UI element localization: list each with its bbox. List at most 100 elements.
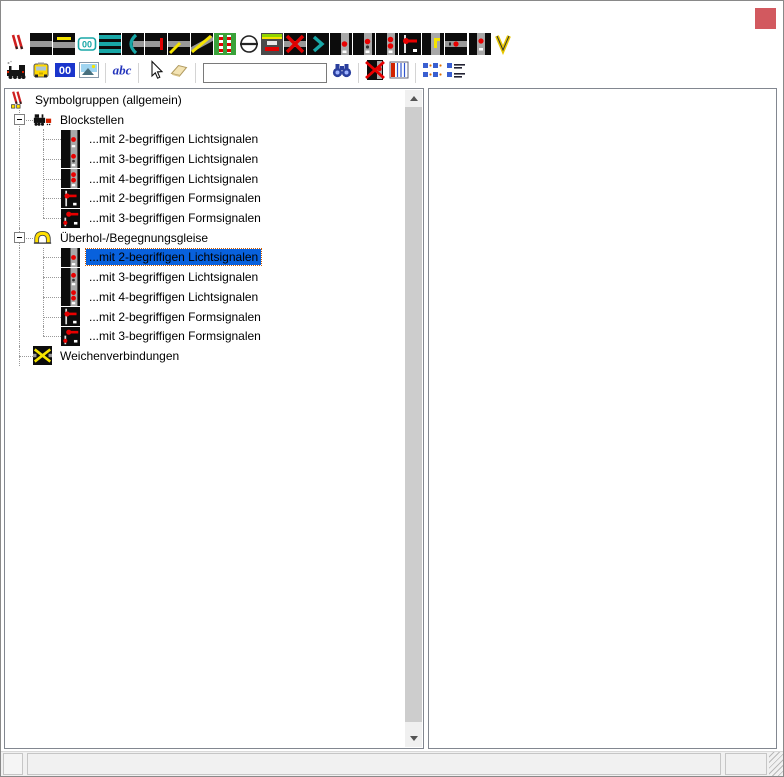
- track-parallel-button[interactable]: [98, 34, 121, 58]
- track-straight-button[interactable]: [29, 34, 52, 58]
- signal-2-aspect-icon: [330, 33, 352, 60]
- track-signal-b-icon: [469, 33, 491, 60]
- switch-single-button[interactable]: [168, 34, 191, 58]
- tree-connector: [19, 287, 20, 307]
- hide-signals-button[interactable]: [363, 61, 387, 85]
- tree-connector: [43, 218, 61, 219]
- tree-item-label: ...mit 4-begriffigen Lichtsignalen: [89, 290, 258, 304]
- close-button[interactable]: [755, 8, 776, 29]
- svg-text:abc: abc: [113, 63, 132, 78]
- track-platform-button[interactable]: [52, 34, 75, 58]
- tree-item-label: ...mit 4-begriffigen Lichtsignalen: [89, 172, 258, 186]
- tree-item-mit-2-begriffigen-lichtsignalen[interactable]: ...mit 2-begriffigen Lichtsignalen: [5, 129, 405, 149]
- track-parallel-icon: [99, 33, 121, 60]
- loco-shed-button[interactable]: [260, 34, 283, 58]
- tree-connector: [43, 297, 61, 298]
- small-icons-view-button[interactable]: [420, 61, 444, 85]
- track-curve-icon: [122, 33, 144, 60]
- loco-shed-icon: [261, 33, 283, 60]
- track-signal-a-button[interactable]: [445, 34, 468, 58]
- tree-item-label: ...mit 2-begriffigen Formsignalen: [89, 310, 261, 324]
- scroll-thumb[interactable]: [405, 107, 422, 722]
- track-end-icon: [145, 33, 167, 60]
- tree-item-label: ...mit 3-begriffigen Lichtsignalen: [89, 152, 258, 166]
- tree-connector: [19, 307, 20, 327]
- symbol-v-button[interactable]: [491, 34, 514, 58]
- tree-item-mit-3-begriffigen-formsignalen[interactable]: ...mit 3-begriffigen Formsignalen: [5, 326, 405, 346]
- tree-connector: [19, 169, 20, 189]
- tree-item-mit-3-begriffigen-lichtsignalen[interactable]: ...mit 3-begriffigen Lichtsignalen: [5, 149, 405, 169]
- collapse-toggle[interactable]: [14, 232, 25, 243]
- bus2-icon: [30, 59, 52, 86]
- turntable-button[interactable]: [237, 34, 260, 58]
- symbol-v-icon: [492, 33, 514, 60]
- symbol-list-panel: [428, 88, 777, 749]
- tree-connector: [43, 159, 61, 160]
- tree-item-label: Überhol-/Begegnungsgleise: [60, 231, 208, 245]
- status-value: [725, 753, 767, 775]
- search-binoculars-button[interactable]: [330, 61, 354, 85]
- signal-3-aspect-button[interactable]: [353, 34, 376, 58]
- tree-item-mit-3-begriffigen-formsignalen[interactable]: ...mit 3-begriffigen Formsignalen: [5, 208, 405, 228]
- symbol-group-tree-panel: Symbolgruppen (allgemein)Blockstellen...…: [4, 88, 424, 749]
- car-button[interactable]: [29, 61, 53, 85]
- direction-arrow-icon: [307, 33, 329, 60]
- tree-connector: [43, 317, 61, 318]
- pencil-symbols-icon: [7, 33, 29, 60]
- track-curve-button[interactable]: [122, 34, 145, 58]
- signal-2-aspect-button[interactable]: [329, 34, 352, 58]
- tree-item-überhol-begegnungsgleise[interactable]: Überhol-/Begegnungsgleise: [5, 228, 405, 248]
- table2-icon: [388, 59, 410, 86]
- search-input[interactable]: [203, 63, 327, 83]
- tree-item-label: ...mit 3-begriffigen Formsignalen: [89, 211, 261, 225]
- pencil-symbols-button[interactable]: [6, 34, 29, 58]
- svg-text:00: 00: [82, 39, 92, 49]
- view_list-icon: [445, 59, 467, 86]
- counter-field-button[interactable]: 00: [75, 34, 98, 58]
- tree-rows: Symbolgruppen (allgemein)Blockstellen...…: [5, 90, 405, 748]
- eraser-button[interactable]: [167, 61, 191, 85]
- signal-4-aspect-button[interactable]: [376, 34, 399, 58]
- track-signal-b-button[interactable]: [468, 34, 491, 58]
- scroll-up-button[interactable]: [405, 90, 422, 107]
- tree-item-weichenverbindungen[interactable]: Weichenverbindungen: [5, 346, 405, 366]
- tree-item-label: ...mit 2-begriffigen Lichtsignalen: [86, 249, 261, 265]
- tree-item-mit-4-begriffigen-lichtsignalen[interactable]: ...mit 4-begriffigen Lichtsignalen: [5, 169, 405, 189]
- text-abc-button[interactable]: abc: [110, 61, 134, 85]
- tree-item-mit-2-begriffigen-formsignalen[interactable]: ...mit 2-begriffigen Formsignalen: [5, 307, 405, 327]
- tree-connector: [43, 179, 61, 180]
- track-end-button[interactable]: [145, 34, 168, 58]
- loco-button[interactable]: [5, 61, 29, 85]
- list-view-button[interactable]: [444, 61, 468, 85]
- tree-item-mit-4-begriffigen-lichtsignalen[interactable]: ...mit 4-begriffigen Lichtsignalen: [5, 287, 405, 307]
- image-button[interactable]: [77, 61, 101, 85]
- tree-connector: [19, 356, 33, 357]
- tree-item-mit-2-begriffigen-lichtsignalen[interactable]: ...mit 2-begriffigen Lichtsignalen: [5, 248, 405, 268]
- tree-scrollbar[interactable]: [405, 90, 422, 747]
- triangle-down-icon: [410, 736, 418, 741]
- tree-item-mit-3-begriffigen-lichtsignalen[interactable]: ...mit 3-begriffigen Lichtsignalen: [5, 267, 405, 287]
- switch-double-button[interactable]: [191, 34, 214, 58]
- view_small-icon: [421, 59, 443, 86]
- select-cursor-button[interactable]: [143, 61, 167, 85]
- counter-field-icon: 00: [76, 33, 98, 60]
- delete-symbol-button[interactable]: [283, 34, 306, 58]
- counter-button[interactable]: 00: [53, 61, 77, 85]
- switch-double-icon: [191, 33, 213, 60]
- statusbar: [1, 751, 783, 776]
- toolbar-separator: [134, 62, 143, 84]
- tree-item-label: Weichenverbindungen: [60, 349, 179, 363]
- shunt-signal-button[interactable]: [422, 34, 445, 58]
- table-view-button[interactable]: [387, 61, 411, 85]
- tree-item-mit-2-begriffigen-formsignalen[interactable]: ...mit 2-begriffigen Formsignalen: [5, 189, 405, 209]
- level-crossing-button[interactable]: [214, 34, 237, 58]
- direction-arrow-button[interactable]: [306, 34, 329, 58]
- scroll-down-button[interactable]: [405, 730, 422, 747]
- tree-item-symbolgruppen-allgemein[interactable]: Symbolgruppen (allgemein): [5, 90, 405, 110]
- collapse-toggle[interactable]: [14, 114, 25, 125]
- crossing-x-icon: [33, 346, 52, 370]
- form-signal-button[interactable]: [399, 34, 422, 58]
- resize-grip[interactable]: [769, 752, 783, 776]
- track-signal-a-icon: [445, 33, 467, 60]
- tree-item-blockstellen[interactable]: Blockstellen: [5, 110, 405, 130]
